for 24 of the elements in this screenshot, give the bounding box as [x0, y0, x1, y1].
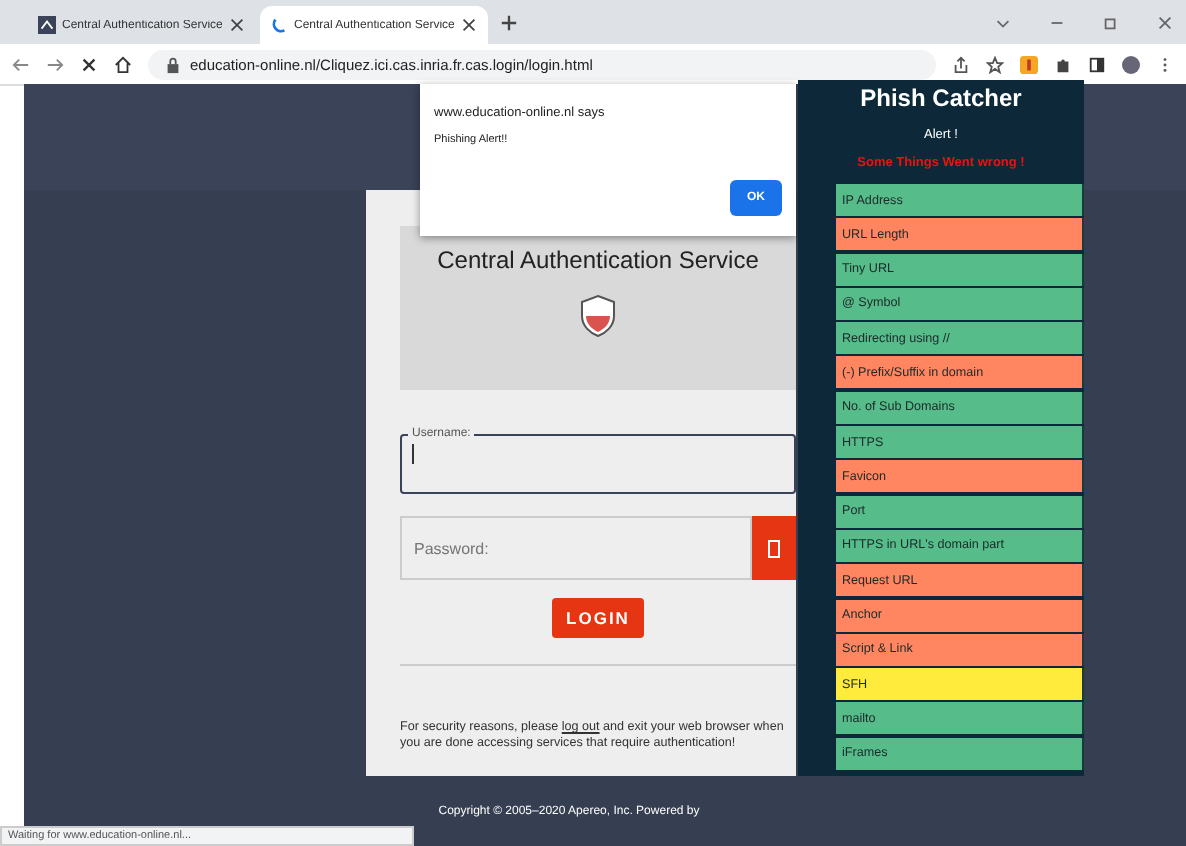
lock-icon [164, 55, 182, 73]
share-icon[interactable] [952, 55, 970, 73]
extension-icon[interactable] [1020, 55, 1038, 73]
home-icon[interactable] [114, 55, 132, 73]
sidebar-icon[interactable] [1088, 55, 1106, 73]
forward-icon[interactable] [46, 55, 64, 73]
new-tab-icon[interactable] [500, 13, 518, 31]
close-icon[interactable] [228, 16, 246, 34]
shield-icon [580, 294, 616, 338]
favicon-icon [38, 16, 56, 34]
panel-title: Phish Catcher [860, 84, 1022, 112]
password-field[interactable]: Password: [400, 516, 752, 580]
avatar-icon[interactable] [1122, 55, 1140, 73]
star-icon[interactable] [986, 55, 1004, 73]
login-button[interactable]: LOGIN [552, 598, 644, 638]
back-icon[interactable] [12, 55, 30, 73]
rectangle-icon [768, 539, 780, 557]
show-password-button[interactable] [752, 516, 796, 580]
close-icon[interactable] [1156, 13, 1174, 31]
loading-spinner-icon [270, 16, 288, 34]
close-icon[interactable] [460, 16, 478, 34]
login-title: Central Authentication Service [437, 246, 759, 274]
restore-icon[interactable] [1102, 13, 1120, 31]
stop-icon[interactable] [80, 55, 98, 73]
